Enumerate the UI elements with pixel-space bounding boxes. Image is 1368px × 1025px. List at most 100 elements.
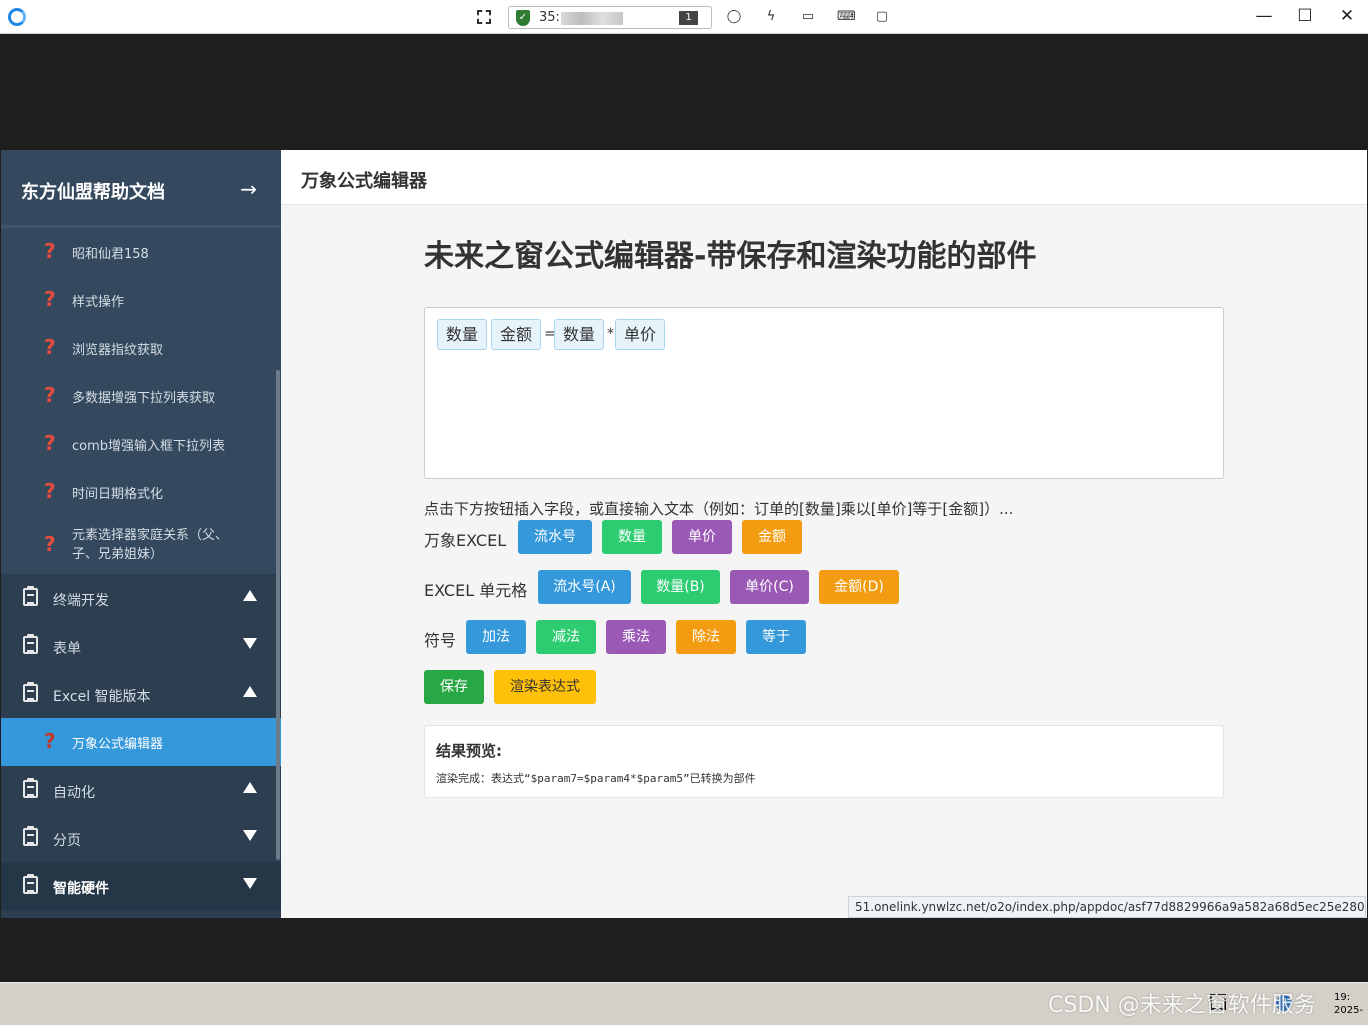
multiply-operator-button[interactable]: 乘法	[606, 620, 666, 654]
sidebar-group-label: 自动化	[53, 785, 95, 801]
sidebar-item-style[interactable]: ? 样式操作	[1, 276, 281, 324]
sidebar: 东方仙盟帮助文档 → ? 昭和仙君158 ? 样式操作 ? 浏览器指纹获取 ? …	[1, 150, 281, 918]
remote-toolbar: ✓ 35: 1 ◯ ϟ ▭ ⌨ ▢ — ☐ ✕	[0, 0, 1368, 34]
clipboard-icon	[23, 778, 38, 798]
sidebar-header: 东方仙盟帮助文档 →	[1, 150, 281, 228]
minimize-button[interactable]: —	[1250, 3, 1278, 29]
tray-clock[interactable]: 19: 2025-	[1334, 991, 1363, 1017]
insert-cell-b-button[interactable]: 数量(B)	[641, 570, 720, 604]
question-icon: ?	[44, 287, 56, 311]
insert-cell-d-button[interactable]: 金额(D)	[819, 570, 899, 604]
sidebar-item-dropdown[interactable]: ? 多数据增强下拉列表获取	[1, 372, 281, 420]
close-button[interactable]: ✕	[1333, 3, 1361, 29]
clipboard-icon	[23, 826, 38, 846]
subtract-operator-button[interactable]: 减法	[536, 620, 596, 654]
sidebar-group-hardware[interactable]: 智能硬件	[1, 862, 281, 910]
redacted-session-id	[561, 12, 623, 25]
render-expression-button[interactable]: 渲染表达式	[494, 670, 596, 704]
insert-quantity-button[interactable]: 数量	[602, 520, 662, 554]
question-icon: ?	[44, 532, 56, 556]
status-bar-url: 51.onelink.ynwlzc.net/o2o/index.php/appd…	[848, 896, 1366, 918]
sidebar-title: 东方仙盟帮助文档	[21, 182, 165, 203]
sidebar-group-pagination[interactable]: 分页	[1, 814, 281, 862]
sidebar-item-fingerprint[interactable]: ? 浏览器指纹获取	[1, 324, 281, 372]
clipboard-icon	[23, 586, 38, 606]
insert-cell-a-button[interactable]: 流水号(A)	[538, 570, 631, 604]
page-title: 万象公式编辑器	[301, 171, 427, 192]
question-icon: ?	[44, 729, 56, 753]
sidebar-item-label: 昭和仙君158	[72, 247, 149, 262]
sidebar-item-label: 多数据增强下拉列表获取	[72, 391, 216, 406]
insert-serial-button[interactable]: 流水号	[518, 520, 592, 554]
session-id: 35:	[539, 10, 560, 25]
question-icon: ?	[44, 479, 56, 503]
result-text: 渲染完成：表达式“$param7=$param4*$param5”已转换为部件	[436, 772, 756, 785]
equals-operator-button[interactable]: 等于	[746, 620, 806, 654]
clipboard-icon	[23, 682, 38, 702]
caret-down-icon	[243, 638, 257, 649]
question-icon: ?	[44, 239, 56, 263]
clock-date: 2025-	[1334, 1005, 1364, 1016]
symbol-label: 符号	[424, 631, 457, 650]
formula-chip[interactable]: 数量	[554, 319, 605, 350]
sidebar-group-label: 分页	[53, 833, 81, 849]
arrow-right-icon[interactable]: →	[240, 177, 257, 201]
hint-text: 点击下方按钮插入字段，或直接输入文本（例如：订单的[数量]乘以[单价]等于[金额…	[424, 500, 1014, 518]
question-icon: ?	[44, 431, 56, 455]
sidebar-item-label: 样式操作	[72, 295, 125, 310]
sidebar-item-zhaohe[interactable]: ? 昭和仙君158	[1, 228, 281, 276]
chat-icon[interactable]: ◯	[726, 9, 742, 25]
sidebar-item-comb[interactable]: ? comb增强输入框下拉列表	[1, 420, 281, 468]
insert-amount-button[interactable]: 金额	[742, 520, 802, 554]
result-title: 结果预览:	[436, 742, 502, 760]
caret-up-icon	[243, 686, 257, 697]
insert-cell-c-button[interactable]: 单价(C)	[730, 570, 809, 604]
clipboard-icon	[23, 634, 38, 654]
result-preview: 结果预览: 渲染完成：表达式“$param7=$param4*$param5”已…	[424, 725, 1224, 798]
monitor-icon[interactable]: ▭	[800, 9, 816, 25]
formula-chip[interactable]: 金额	[491, 319, 542, 350]
clock-time: 19:	[1334, 992, 1351, 1003]
formula-chip[interactable]: 数量	[437, 319, 488, 350]
sidebar-group-label: Excel 智能版本	[53, 689, 151, 705]
shield-check-icon: ✓	[516, 10, 530, 26]
session-count-badge: 1	[679, 11, 698, 25]
page-header: 万象公式编辑器	[281, 150, 1367, 205]
maximize-button[interactable]: ☐	[1291, 3, 1319, 29]
formula-editor[interactable]: 数量 金额 = 数量 * 单价	[424, 307, 1224, 479]
caret-down-icon	[243, 830, 257, 841]
session-indicator[interactable]: ✓ 35: 1	[508, 6, 712, 29]
main-content: 万象公式编辑器 未来之窗公式编辑器-带保存和渲染功能的部件 数量 金额 = 数量…	[281, 150, 1367, 918]
save-button[interactable]: 保存	[424, 670, 484, 704]
keyboard-icon[interactable]: ⌨	[837, 9, 856, 25]
caret-up-icon	[243, 590, 257, 601]
formula-chip[interactable]: 单价	[615, 319, 666, 350]
sidebar-scrollbar[interactable]	[276, 370, 280, 860]
sidebar-item-label: 时间日期格式化	[72, 487, 164, 502]
sidebar-group-label: 表单	[53, 641, 81, 657]
sidebar-group-form[interactable]: 表单	[1, 622, 281, 670]
sidebar-group-label: 智能硬件	[53, 881, 109, 897]
add-operator-button[interactable]: 加法	[466, 620, 526, 654]
fullscreen-icon[interactable]	[477, 10, 491, 24]
csdn-watermark: CSDN @未来之窗软件服务	[1048, 993, 1316, 1018]
divide-operator-button[interactable]: 除法	[676, 620, 736, 654]
question-icon: ?	[44, 383, 56, 407]
clipboard-icon	[23, 874, 38, 894]
sidebar-item-datetime[interactable]: ? 时间日期格式化	[1, 468, 281, 516]
insert-price-button[interactable]: 单价	[672, 520, 732, 554]
video-camera-icon[interactable]: ▢	[874, 9, 890, 25]
sidebar-item-label: comb增强输入框下拉列表	[72, 439, 226, 454]
sidebar-group-terminal[interactable]: 终端开发	[1, 574, 281, 622]
sidebar-group-excel[interactable]: Excel 智能版本	[1, 670, 281, 718]
caret-down-icon	[243, 878, 257, 889]
excel-cell-label: EXCEL 单元格	[424, 581, 528, 600]
doc-heading: 未来之窗公式编辑器-带保存和渲染功能的部件	[424, 239, 1037, 274]
sidebar-item-formula-editor[interactable]: ? 万象公式编辑器	[1, 718, 281, 766]
formula-operator: *	[607, 326, 614, 342]
lightning-icon[interactable]: ϟ	[763, 9, 779, 25]
sidebar-item-selector[interactable]: ? 元素选择器家庭关系（父、子、兄弟姐妹）	[1, 516, 281, 574]
sidebar-group-label: 终端开发	[53, 593, 109, 609]
sidebar-item-label: 浏览器指纹获取	[72, 343, 164, 358]
sidebar-group-automation[interactable]: 自动化	[1, 766, 281, 814]
